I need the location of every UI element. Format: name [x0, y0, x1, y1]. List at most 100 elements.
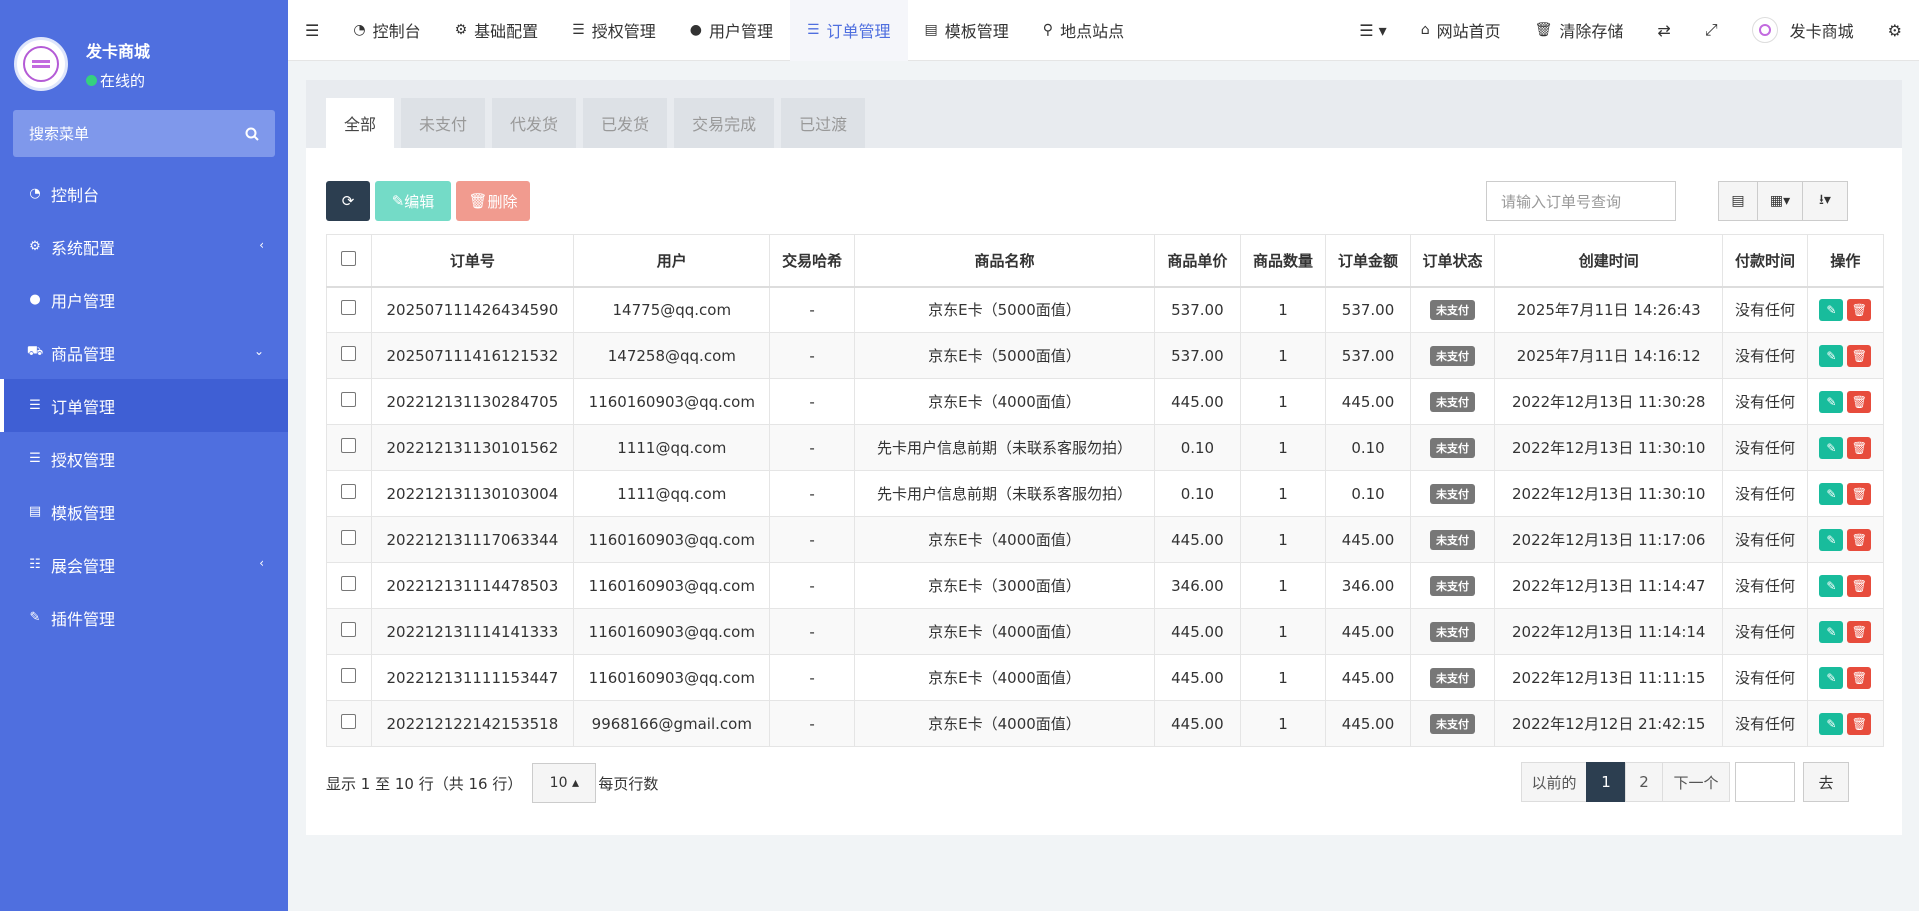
- created-time-cell: 2022年12月13日 11:14:47: [1494, 562, 1724, 609]
- row-checkbox[interactable]: [326, 332, 372, 379]
- row-delete-button[interactable]: 🗑: [1847, 666, 1872, 689]
- row-delete-button[interactable]: 🗑: [1847, 344, 1872, 367]
- page-next-button[interactable]: 下一个: [1662, 762, 1730, 802]
- top-nav-users[interactable]: ● 用户管理: [673, 0, 790, 61]
- quantity-cell: 1: [1239, 286, 1327, 333]
- page-prev-button[interactable]: 以前的: [1521, 762, 1587, 802]
- row-edit-button[interactable]: ✎: [1819, 482, 1844, 505]
- col-status[interactable]: 订单状态: [1409, 234, 1496, 288]
- sidebar-item-products[interactable]: ⛟ 商品管理 ⌄: [0, 326, 288, 379]
- row-checkbox[interactable]: [326, 654, 372, 701]
- tab-all[interactable]: 全部: [326, 98, 395, 148]
- status-cell: 未支付: [1409, 424, 1496, 471]
- row-checkbox[interactable]: [326, 562, 372, 609]
- row-checkbox[interactable]: [326, 424, 372, 471]
- row-edit-button[interactable]: ✎: [1819, 436, 1844, 459]
- sidebar-search[interactable]: 搜索菜单: [13, 110, 275, 157]
- top-nav-basic-config[interactable]: ⚙ 基础配置: [438, 0, 556, 61]
- sidebar-item-system-config[interactable]: ⚙ 系统配置 ‹: [0, 220, 288, 273]
- list-icon: ☰: [29, 398, 41, 413]
- sidebar-item-users[interactable]: ● 用户管理: [0, 273, 288, 326]
- delete-button[interactable]: 🗑 删除: [456, 181, 530, 221]
- top-nav-clear-cache[interactable]: 🗑 清除存储: [1518, 0, 1641, 61]
- row-checkbox[interactable]: [326, 516, 372, 563]
- col-paid[interactable]: 付款时间: [1722, 234, 1808, 288]
- edit-button[interactable]: ✎ 编辑: [375, 181, 451, 221]
- col-quantity[interactable]: 商品数量: [1239, 234, 1327, 288]
- row-edit-button[interactable]: ✎: [1819, 620, 1844, 643]
- top-nav-sites[interactable]: ⚲ 地点站点: [1026, 0, 1141, 61]
- search-icon[interactable]: [245, 127, 259, 141]
- row-delete-button[interactable]: 🗑: [1847, 390, 1872, 413]
- sidebar-item-auth[interactable]: ☰ 授权管理: [0, 432, 288, 485]
- row-delete-button[interactable]: 🗑: [1847, 482, 1872, 505]
- row-delete-button[interactable]: 🗑: [1847, 574, 1872, 597]
- page-2-button[interactable]: 2: [1625, 762, 1663, 802]
- top-nav-templates[interactable]: ▤ 模板管理: [908, 0, 1026, 61]
- col-unit-price[interactable]: 商品单价: [1154, 234, 1241, 288]
- row-checkbox[interactable]: [326, 378, 372, 425]
- gear-icon: ⚙: [29, 239, 41, 254]
- sidebar-item-templates[interactable]: ▤ 模板管理: [0, 485, 288, 538]
- row-edit-button[interactable]: ✎: [1819, 666, 1844, 689]
- row-checkbox[interactable]: [326, 470, 372, 517]
- columns-button[interactable]: ▦▾: [1757, 181, 1803, 221]
- order-no-cell: 202212122142153518: [370, 700, 575, 747]
- select-all-checkbox[interactable]: [326, 234, 372, 288]
- row-edit-button[interactable]: ✎: [1819, 712, 1844, 735]
- top-nav-profile[interactable]: 发卡商城: [1735, 0, 1871, 61]
- table-row: 202212131117063344 1160160903@qq.com - 京东E卡…: [326, 516, 1885, 563]
- row-delete-button[interactable]: 🗑: [1847, 436, 1872, 459]
- row-delete-button[interactable]: 🗑: [1847, 712, 1872, 735]
- col-tx-hash[interactable]: 交易哈希: [769, 234, 855, 288]
- sidebar-item-plugins[interactable]: ✎ 插件管理: [0, 591, 288, 644]
- order-search-input[interactable]: 请输入订单号查询: [1486, 181, 1676, 221]
- row-edit-button[interactable]: ✎: [1819, 344, 1844, 367]
- fullscreen-icon[interactable]: ⤢: [1688, 0, 1735, 61]
- tab-pending-ship[interactable]: 代发货: [492, 98, 577, 148]
- row-delete-button[interactable]: 🗑: [1847, 298, 1872, 321]
- page-1-button[interactable]: 1: [1586, 762, 1626, 802]
- table-row: 202212131130101562 1111@qq.com - 先卡用户信息前期（未…: [326, 424, 1885, 471]
- export-button[interactable]: ⭳▾: [1802, 181, 1848, 221]
- tab-unpaid[interactable]: 未支付: [401, 98, 486, 148]
- menu-toggle-icon[interactable]: ☰: [288, 0, 336, 61]
- unit-price-cell: 0.10: [1154, 424, 1241, 471]
- page-go-button[interactable]: 去: [1803, 762, 1849, 802]
- row-edit-button[interactable]: ✎: [1819, 574, 1844, 597]
- tab-completed[interactable]: 交易完成: [674, 98, 775, 148]
- col-created[interactable]: 创建时间: [1494, 234, 1724, 288]
- sidebar-item-exhibition[interactable]: ☷ 展会管理 ‹: [0, 538, 288, 591]
- row-checkbox[interactable]: [326, 286, 372, 333]
- translate-icon[interactable]: ⇄: [1640, 0, 1687, 61]
- col-amount[interactable]: 订单金额: [1325, 234, 1411, 288]
- top-nav-home[interactable]: ⌂ 网站首页: [1404, 0, 1518, 61]
- order-no-cell: 202212131114478503: [370, 562, 575, 609]
- page-jump-input[interactable]: [1735, 762, 1795, 802]
- unit-price-cell: 445.00: [1154, 654, 1241, 701]
- sidebar-item-orders[interactable]: ☰ 订单管理: [0, 379, 288, 432]
- tab-expired[interactable]: 已过渡: [781, 98, 866, 148]
- row-edit-button[interactable]: ✎: [1819, 390, 1844, 413]
- trash-icon: 🗑: [1851, 716, 1867, 731]
- created-time-cell: 2025年7月11日 14:26:43: [1494, 286, 1724, 333]
- more-menu-icon[interactable]: ☰ ▾: [1342, 0, 1403, 61]
- top-nav-auth[interactable]: ☰ 授权管理: [555, 0, 673, 61]
- row-delete-button[interactable]: 🗑: [1847, 620, 1872, 643]
- row-edit-button[interactable]: ✎: [1819, 528, 1844, 551]
- page-size-select[interactable]: 10 ▴: [532, 763, 597, 803]
- col-user[interactable]: 用户: [573, 234, 771, 288]
- refresh-button[interactable]: ⟳: [326, 181, 370, 221]
- row-checkbox[interactable]: [326, 700, 372, 747]
- tab-shipped[interactable]: 已发货: [583, 98, 668, 148]
- col-product-name[interactable]: 商品名称: [853, 234, 1156, 288]
- toggle-view-button[interactable]: ▤: [1718, 181, 1758, 221]
- top-nav-dashboard[interactable]: ◔ 控制台: [336, 0, 437, 61]
- row-edit-button[interactable]: ✎: [1819, 298, 1844, 321]
- row-checkbox[interactable]: [326, 608, 372, 655]
- col-order-no[interactable]: 订单号: [370, 234, 575, 288]
- settings-gear-icon[interactable]: ⚙: [1871, 0, 1919, 61]
- top-nav-orders[interactable]: ☰ 订单管理: [789, 0, 908, 61]
- row-delete-button[interactable]: 🗑: [1847, 528, 1872, 551]
- sidebar-item-dashboard[interactable]: ◔ 控制台: [0, 167, 288, 220]
